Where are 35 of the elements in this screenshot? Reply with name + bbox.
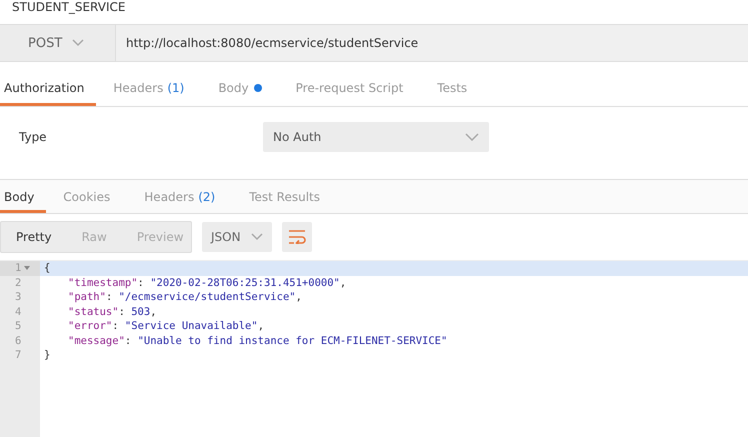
code-line: } (43, 348, 52, 362)
response-tab[interactable]: Headers (2) (127, 183, 232, 213)
type-label: Type (19, 130, 48, 144)
code-line: "path": "/ecmservice/studentService", (67, 290, 303, 304)
code-line: "error": "Service Unavailable", (67, 319, 266, 334)
url-field[interactable]: http://localhost:8080/ecmservice/studentService (116, 25, 418, 61)
line-number: 4 (15, 304, 22, 319)
line-number: 3 (15, 290, 22, 304)
request-tab[interactable]: Body (201, 72, 279, 106)
method-dropdown[interactable]: POST (0, 25, 116, 61)
request-tab[interactable]: Headers (1) (96, 72, 202, 106)
view-mode-button[interactable]: Pretty (1, 222, 67, 252)
line-number: 1 (15, 261, 22, 276)
request-title: STUDENT_SERVICE (11, 0, 126, 14)
code-line: "status": 503, (67, 304, 158, 319)
response-tab[interactable]: Test Results (232, 183, 338, 213)
request-tab[interactable]: Tests (420, 72, 484, 106)
format-dropdown[interactable]: JSON (202, 222, 272, 252)
auth-type-dropdown[interactable]: No Auth (263, 122, 489, 152)
fold-caret-icon[interactable] (24, 266, 30, 270)
code-line: "message": "Unable to find instance for ECM-FILENET-SERVICE" (67, 334, 448, 348)
chevron-down-icon (251, 233, 263, 241)
chevron-down-icon (72, 39, 84, 47)
wrap-lines-icon (288, 230, 306, 244)
request-tab[interactable]: Authorization (0, 72, 96, 106)
response-tab[interactable]: Cookies (46, 183, 128, 213)
line-number: 5 (15, 319, 22, 334)
response-tab[interactable]: Body (0, 183, 46, 213)
wrap-button[interactable] (282, 222, 312, 252)
chevron-down-icon (465, 133, 479, 141)
line-number: 7 (15, 348, 22, 362)
code-line: "timestamp": "2020-02-28T06:25:31.451+0000", (67, 276, 348, 290)
line-number: 6 (15, 334, 22, 348)
line-number: 2 (15, 276, 22, 290)
request-tab[interactable]: Pre-request Script (278, 72, 420, 106)
